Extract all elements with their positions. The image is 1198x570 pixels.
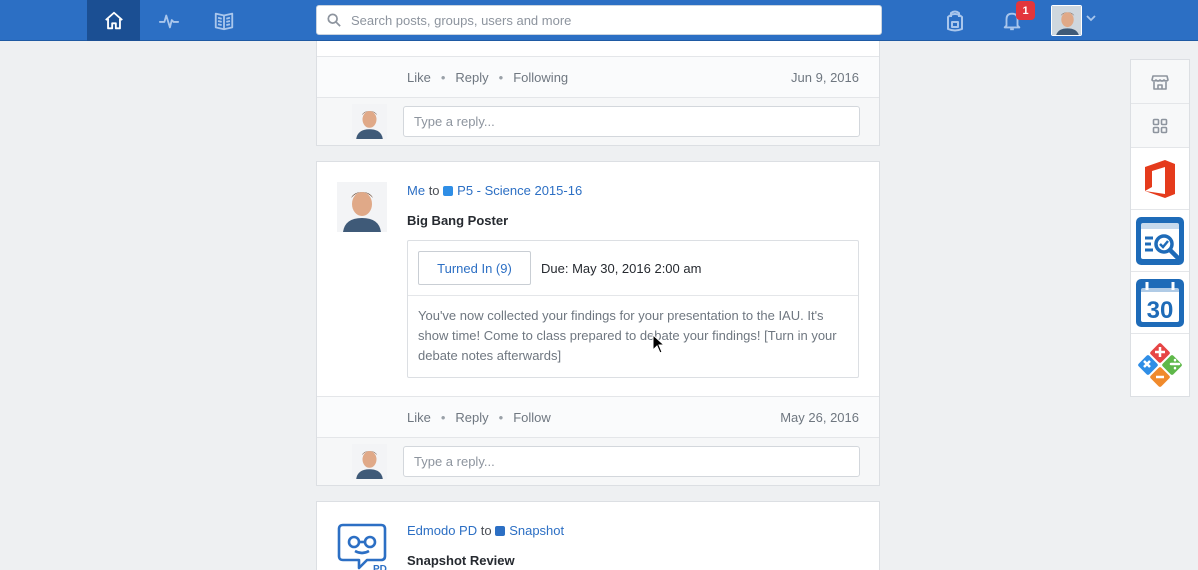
like-link[interactable]: Like bbox=[407, 410, 431, 425]
home-icon bbox=[104, 11, 123, 29]
post-title: Snapshot Review bbox=[407, 553, 515, 568]
post-header: Me to P5 - Science 2015-16 bbox=[407, 182, 859, 200]
group-color-square bbox=[443, 186, 454, 196]
avatar bbox=[352, 444, 387, 479]
svg-text:30: 30 bbox=[1147, 297, 1174, 324]
svg-text:PD: PD bbox=[373, 564, 387, 570]
top-navigation-bar: 1 bbox=[0, 0, 1198, 41]
post-feed: Like • Reply • Following Jun 9, 2016 Me … bbox=[316, 41, 880, 570]
store-icon bbox=[1151, 74, 1169, 90]
quiz-review-app-button[interactable] bbox=[1131, 210, 1189, 272]
office-app-icon bbox=[1145, 159, 1175, 198]
assignment-description: You've now collected your findings for y… bbox=[418, 308, 837, 363]
post-header: Edmodo PD to Snapshot bbox=[407, 522, 859, 540]
store-button[interactable] bbox=[1131, 60, 1189, 104]
post-actions-row: Like • Reply • Follow May 26, 2016 bbox=[317, 396, 879, 437]
author-link[interactable]: Me bbox=[407, 183, 425, 198]
post-card-previous: Like • Reply • Following Jun 9, 2016 bbox=[316, 41, 880, 146]
avatar bbox=[1052, 6, 1081, 35]
post-card-assignment: Me to P5 - Science 2015-16 Big Bang Post… bbox=[316, 161, 880, 486]
post-card-snapshot: PD Edmodo PD to Snapshot Snapshot Review bbox=[316, 501, 880, 570]
assignment-box: Turned In (9) Due: May 30, 2016 2:00 am … bbox=[407, 240, 859, 378]
backpack-icon bbox=[947, 10, 963, 32]
author-link[interactable]: Edmodo PD bbox=[407, 523, 477, 538]
assignment-header: Turned In (9) Due: May 30, 2016 2:00 am bbox=[408, 241, 858, 296]
reply-input[interactable] bbox=[403, 446, 860, 477]
nav-activity-button[interactable] bbox=[142, 0, 195, 41]
notification-count-badge: 1 bbox=[1016, 1, 1035, 20]
math-operations-app-button[interactable] bbox=[1131, 334, 1189, 396]
like-link[interactable]: Like bbox=[407, 70, 431, 85]
search-icon bbox=[317, 13, 351, 27]
apps-grid-icon bbox=[1152, 118, 1168, 133]
post-actions-row: Like • Reply • Following Jun 9, 2016 bbox=[317, 56, 879, 97]
search-bar[interactable] bbox=[316, 5, 882, 35]
search-input[interactable] bbox=[351, 12, 851, 28]
reply-link[interactable]: Reply bbox=[455, 70, 488, 85]
separator-dot: • bbox=[440, 69, 446, 85]
turned-in-button[interactable]: Turned In (9) bbox=[418, 251, 531, 285]
to-text: to bbox=[428, 183, 440, 198]
activity-pulse-icon bbox=[158, 14, 179, 28]
group-link[interactable]: P5 - Science 2015-16 bbox=[457, 183, 582, 198]
quiz-review-app-icon bbox=[1136, 216, 1184, 265]
nav-home-button[interactable] bbox=[87, 0, 140, 41]
nav-library-button[interactable] bbox=[197, 0, 250, 41]
user-avatar-button[interactable] bbox=[1051, 5, 1082, 36]
to-text: to bbox=[480, 523, 492, 538]
post-title: Big Bang Poster bbox=[407, 213, 509, 228]
chevron-down-icon[interactable] bbox=[1085, 12, 1097, 27]
calendar-app-icon: 30 bbox=[1136, 278, 1184, 327]
reply-row bbox=[317, 437, 879, 485]
reply-link[interactable]: Reply bbox=[455, 410, 488, 425]
apps-grid-button[interactable] bbox=[1131, 104, 1189, 148]
office-app-button[interactable] bbox=[1131, 148, 1189, 210]
post-body: PD Edmodo PD to Snapshot Snapshot Review bbox=[317, 502, 879, 570]
post-date: Jun 9, 2016 bbox=[791, 69, 859, 85]
separator-dot: • bbox=[440, 409, 446, 425]
calendar-app-button[interactable]: 30 bbox=[1131, 272, 1189, 334]
post-body-cutoff bbox=[317, 41, 879, 56]
reply-row bbox=[317, 97, 879, 145]
backpack-button[interactable] bbox=[941, 7, 969, 35]
due-date: Due: May 30, 2016 2:00 am bbox=[541, 260, 702, 276]
avatar bbox=[352, 104, 387, 139]
mouse-cursor bbox=[652, 333, 666, 357]
apps-rail: 30 bbox=[1130, 59, 1190, 397]
post-date: May 26, 2016 bbox=[780, 409, 859, 425]
book-icon bbox=[214, 12, 233, 30]
reply-input[interactable] bbox=[403, 106, 860, 137]
post-body: Me to P5 - Science 2015-16 Big Bang Post… bbox=[317, 162, 879, 396]
group-link[interactable]: Snapshot bbox=[509, 523, 564, 538]
separator-dot: • bbox=[498, 69, 504, 85]
avatar[interactable] bbox=[337, 182, 387, 232]
math-operations-app-icon bbox=[1138, 343, 1182, 387]
follow-link[interactable]: Follow bbox=[513, 410, 551, 425]
avatar[interactable]: PD bbox=[337, 522, 387, 570]
following-link[interactable]: Following bbox=[513, 70, 568, 85]
separator-dot: • bbox=[498, 409, 504, 425]
group-color-square bbox=[495, 526, 506, 536]
